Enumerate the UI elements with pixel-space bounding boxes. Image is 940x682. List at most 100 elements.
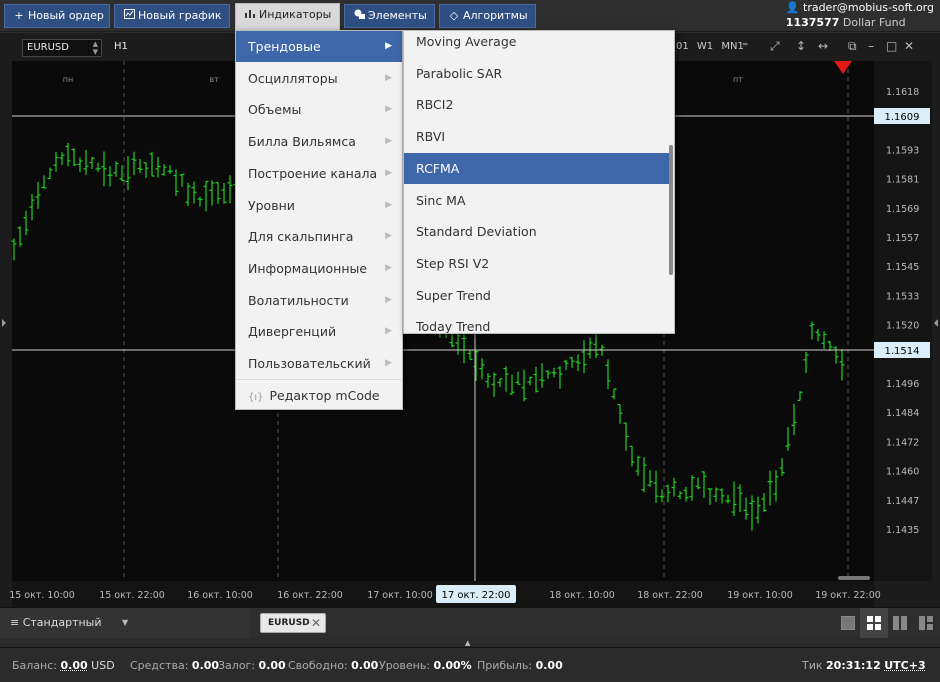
close-tab-icon[interactable]: ✕ — [311, 614, 321, 632]
price-tick: 1.1557 — [886, 233, 919, 244]
price-tick: 1.1447 — [886, 496, 919, 507]
funds: Средства: 0.00 — [130, 659, 220, 672]
menu-item-divergence[interactable]: Дивергенций ▶ — [236, 316, 402, 347]
panel-resize-handle-icon[interactable]: ▲ — [465, 639, 470, 647]
indicator-super-trend[interactable]: Super Trend — [404, 280, 672, 311]
vertical-resize-icon[interactable]: ↕ — [796, 39, 806, 53]
menu-item-oscillators[interactable]: Осцилляторы ▶ — [236, 63, 402, 94]
submenu-arrow-icon: ▶ — [385, 326, 392, 337]
submenu-arrow-icon: ▶ — [385, 41, 392, 51]
user-email[interactable]: trader@mobius-soft.org — [803, 1, 934, 14]
account-name[interactable]: Dollar Fund — [843, 16, 906, 29]
menu-item-levels[interactable]: Уровни ▶ — [236, 190, 402, 221]
time-tick: 16 окт. 10:00 — [187, 590, 253, 601]
submenu-arrow-icon: ▶ — [385, 104, 392, 115]
new-order-button[interactable]: + Новый ордер — [4, 4, 110, 28]
submenu-scrollbar[interactable] — [669, 145, 673, 275]
status-bar: Баланс: 0.00 USD Средства: 0.00 Залог: 0… — [0, 647, 940, 682]
plus-icon: + — [14, 9, 24, 22]
time-tick: 18 окт. 10:00 — [549, 590, 615, 601]
menu-item-channel[interactable]: Построение канала ▶ — [236, 158, 402, 189]
price-tick: 1.1460 — [886, 467, 919, 478]
tick-time: Тик 20:31:12 UTC+3 — [802, 659, 926, 672]
day-label: пт — [733, 75, 743, 84]
price-tick: 1.1484 — [886, 408, 919, 419]
price-tick: 1.1472 — [886, 437, 919, 448]
timezone[interactable]: UTC+3 — [884, 659, 925, 672]
algorithms-button[interactable]: ◇ Алгоритмы — [439, 4, 536, 28]
menu-item-custom[interactable]: Пользовательский ▶ — [236, 348, 402, 379]
indicator-rbvi[interactable]: RBVI — [404, 121, 672, 152]
indicator-moving-average[interactable]: Moving Average — [404, 31, 672, 57]
indicator-rcfma[interactable]: RCFMA — [404, 152, 672, 184]
user-icon: 👤 — [785, 1, 800, 14]
indicators-menu: Трендовые ▶ Осцилляторы ▶ Объемы ▶ Билла Ви… — [235, 30, 403, 410]
cursor-time-label: 17 окт. 22:00 — [441, 590, 510, 601]
margin: Залог: 0.00 — [218, 659, 286, 672]
submenu-arrow-icon: ▶ — [385, 262, 392, 273]
shapes-icon — [353, 5, 365, 27]
minimize-icon[interactable]: – — [868, 39, 874, 53]
timeframe-label[interactable]: H1 — [114, 41, 128, 52]
chart-controls: ⁼ ⤢ ↕ ↔ ⧉ – □ ✕ — [742, 39, 922, 57]
user-info: 👤 trader@mobius-soft.org 1137577 Dollar … — [786, 1, 934, 29]
account-id: 1137577 — [785, 16, 840, 29]
timeframe-d1-button[interactable]: 01 — [676, 41, 689, 52]
indicator-rbci2[interactable]: RBCI2 — [404, 89, 672, 120]
chart-tabs-bar: ≡ Стандартный ▼ EURUSD ✕ — [0, 607, 940, 638]
price-tick: 1.1581 — [886, 175, 919, 186]
menu-item-informational[interactable]: Информационные ▶ — [236, 253, 402, 284]
time-tick: 16 окт. 22:00 — [277, 590, 343, 601]
margin-level: Уровень: 0.00% — [379, 659, 472, 672]
time-tick: 15 окт. 22:00 — [99, 590, 165, 601]
timeframe-mn1-button[interactable]: MN1 — [721, 41, 743, 52]
layout-split-icon[interactable] — [919, 616, 933, 630]
price-tick: 1.1520 — [886, 321, 919, 332]
price-tick: 1.1435 — [886, 525, 919, 536]
layout-selector[interactable]: ≡ Стандартный ▼ — [0, 608, 250, 638]
price-tick: 1.1496 — [886, 379, 919, 390]
menu-item-scalping[interactable]: Для скальпинга ▶ — [236, 221, 402, 252]
balance: Баланс: 0.00 USD — [12, 659, 115, 672]
submenu-arrow-icon: ▶ — [385, 231, 392, 242]
layout-columns-icon[interactable] — [893, 616, 907, 630]
new-chart-button[interactable]: Новый график — [114, 4, 230, 28]
price-tick: 1.1545 — [886, 262, 919, 273]
submenu-arrow-icon: ▶ — [385, 294, 392, 305]
layout-single-icon[interactable] — [841, 616, 855, 630]
expand-diagonal-icon[interactable]: ⤢ — [770, 39, 780, 54]
code-braces-icon: {ı} — [248, 392, 264, 403]
indicator-sinc-ma[interactable]: Sinc MA — [404, 185, 672, 216]
indicator-step-rsi-v2[interactable]: Step RSI V2 — [404, 248, 672, 279]
elements-button[interactable]: Элементы — [344, 4, 435, 28]
time-tick: 19 окт. 10:00 — [727, 590, 793, 601]
menu-item-bill-williams[interactable]: Билла Вильямса ▶ — [236, 126, 402, 157]
price-label-bottom: 1.1514 — [885, 346, 920, 357]
time-tick: 17 окт. 10:00 — [367, 590, 433, 601]
indicator-today-trend[interactable]: Today Trend — [404, 311, 672, 333]
close-icon[interactable]: ✕ — [904, 39, 914, 53]
horizontal-resize-icon[interactable]: ↔ — [818, 39, 828, 53]
menu-item-volatility[interactable]: Волатильности ▶ — [236, 285, 402, 316]
fit-icon[interactable]: ⁼ — [742, 39, 748, 53]
symbol-selector[interactable]: EURUSD ▲ ▼ — [22, 39, 102, 57]
time-tick: 15 окт. 10:00 — [9, 590, 75, 601]
menu-item-trend[interactable]: Трендовые ▶ — [236, 31, 402, 62]
price-tick: 1.1618 — [886, 87, 919, 98]
diamond-icon: ◇ — [449, 9, 459, 22]
chevron-down-icon: ▼ — [122, 618, 129, 627]
maximize-icon[interactable]: □ — [886, 39, 897, 53]
profit: Прибыль: 0.00 — [477, 659, 563, 672]
top-toolbar: + Новый ордер Новый график Индикаторы Эле… — [0, 0, 940, 32]
chart-tab-eurusd[interactable]: EURUSD ✕ — [260, 613, 326, 633]
popout-icon[interactable]: ⧉ — [848, 39, 857, 54]
indicator-parabolic-sar[interactable]: Parabolic SAR — [404, 58, 672, 89]
indicator-standard-deviation[interactable]: Standard Deviation — [404, 216, 672, 247]
layout-grid-icon[interactable] — [867, 616, 881, 630]
chart-scrollbar[interactable] — [838, 576, 870, 580]
menu-item-volumes[interactable]: Объемы ▶ — [236, 94, 402, 125]
timeframe-w1-button[interactable]: W1 — [697, 41, 713, 52]
indicators-button[interactable]: Индикаторы — [235, 3, 340, 31]
mcode-editor-item[interactable]: {ı} Редактор mCode — [236, 380, 402, 411]
chart-icon — [123, 5, 135, 27]
